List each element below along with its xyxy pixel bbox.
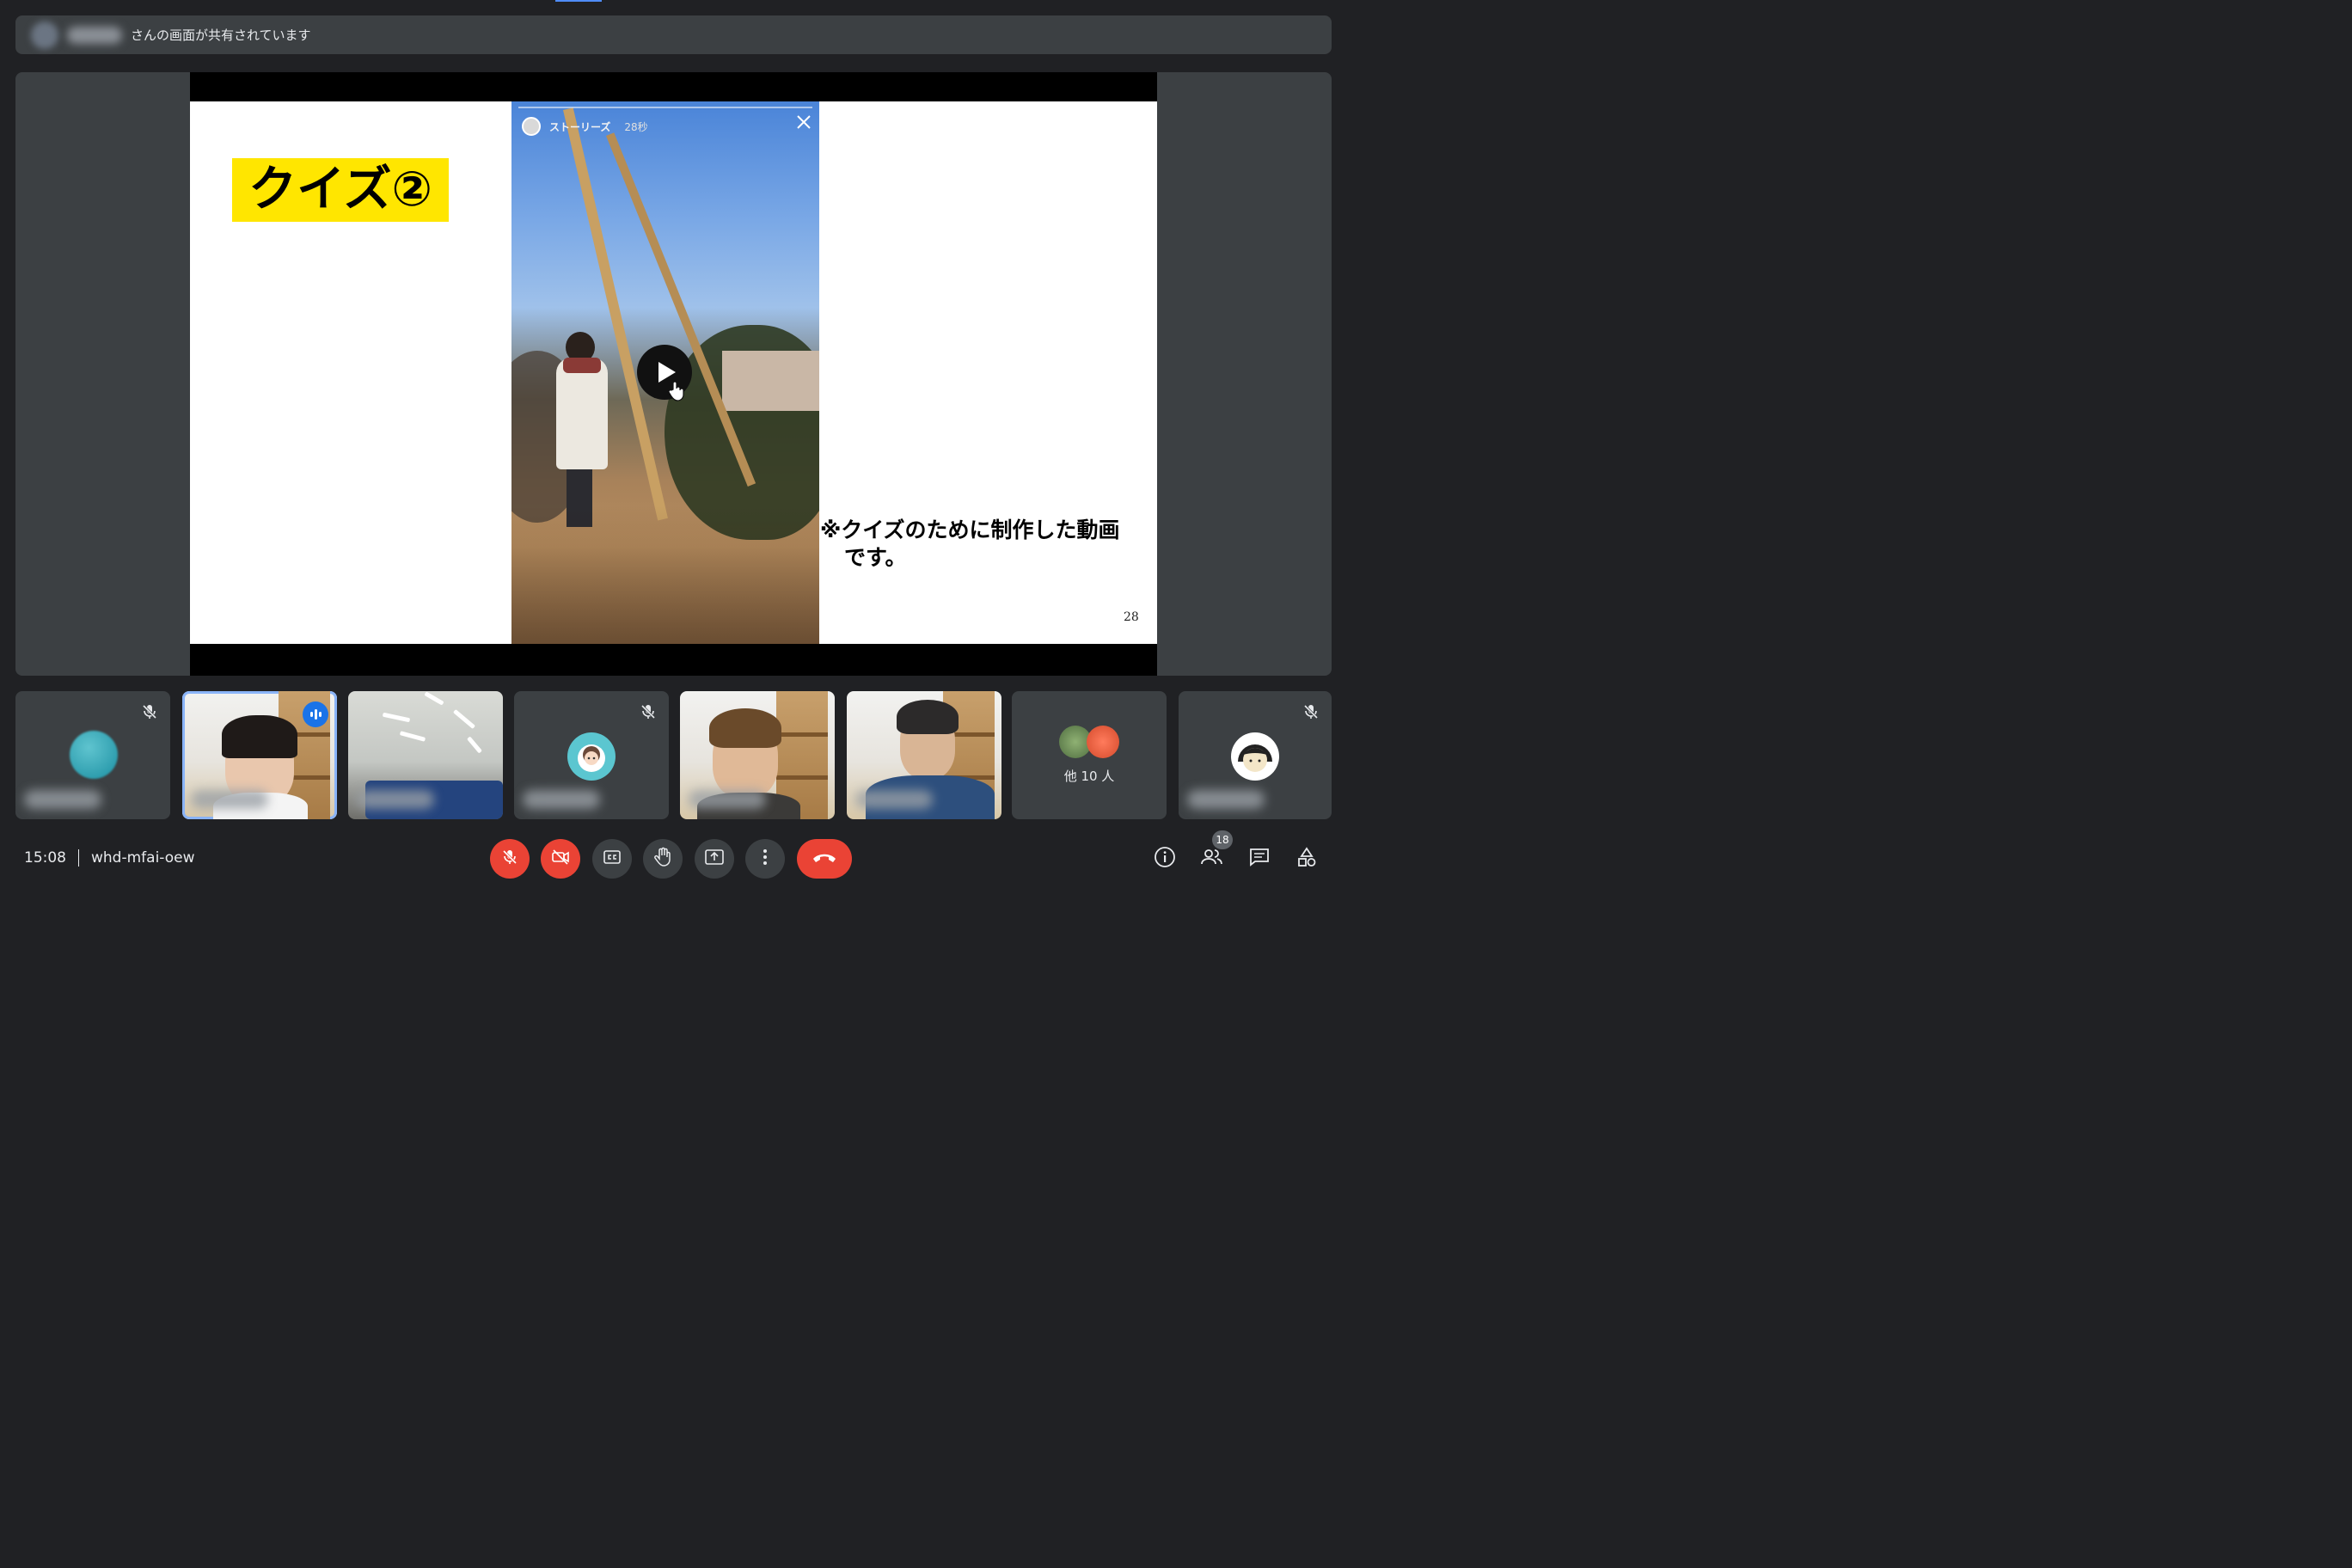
people-icon	[1200, 847, 1224, 871]
presenter-avatar	[31, 21, 58, 49]
captions-button[interactable]	[592, 839, 632, 879]
present-to-all-icon	[704, 848, 725, 870]
meeting-details-button[interactable]	[1153, 847, 1177, 871]
meeting-code: whd-mfai-oew	[91, 849, 195, 867]
call-end-icon	[812, 851, 837, 867]
meeting-time: 15:08	[24, 849, 66, 867]
mic-off-icon	[640, 703, 657, 720]
video-feed-hair	[897, 700, 959, 734]
more-options-button[interactable]	[745, 839, 785, 879]
camera-off-icon	[550, 848, 571, 870]
mic-off-icon	[1302, 703, 1320, 720]
avatar	[70, 731, 118, 779]
video-feed-hair	[709, 708, 781, 748]
shapes-icon	[1295, 846, 1318, 872]
avatar	[1231, 732, 1279, 781]
mic-toggle-button[interactable]	[490, 839, 530, 879]
presenter-name-redacted	[67, 26, 122, 44]
activities-button[interactable]	[1295, 847, 1319, 871]
participant-name-redacted	[24, 790, 101, 809]
participant-tile[interactable]	[15, 691, 170, 819]
other-participants-count: 他 10 人	[1063, 769, 1115, 784]
caption-line: です。	[844, 545, 907, 570]
participant-name-redacted	[523, 790, 600, 809]
story-progress-bar	[518, 107, 812, 108]
story-header: ストーリーズ 28秒	[522, 117, 648, 136]
participants-count-badge: 18	[1212, 830, 1233, 849]
video-person	[556, 358, 608, 469]
video-person	[563, 358, 601, 373]
chat-button[interactable]	[1247, 847, 1271, 871]
meeting-info: 15:08 whd-mfai-oew	[24, 849, 195, 867]
camera-toggle-button[interactable]	[541, 839, 580, 879]
closed-captions-icon	[602, 848, 622, 869]
shared-slide: クイズ② ストーリーズ 28秒 ※クイズのために制作した動画 です。 28	[190, 101, 1157, 644]
more-vert-icon	[763, 848, 768, 869]
other-participants-tile[interactable]: 他 10 人	[1012, 691, 1167, 819]
play-icon	[658, 362, 676, 383]
present-screen-button[interactable]	[695, 839, 734, 879]
raise-hand-icon	[653, 847, 672, 871]
participant-name-redacted	[357, 790, 434, 809]
close-icon[interactable]	[795, 113, 812, 136]
other-participants-avatars	[1059, 726, 1119, 758]
caption-line: ※クイズのために制作した動画	[820, 518, 1120, 542]
mic-off-icon	[500, 848, 519, 870]
participant-name-redacted	[191, 790, 268, 809]
participant-tile[interactable]	[514, 691, 669, 819]
chat-icon	[1248, 847, 1271, 871]
mic-off-icon	[141, 703, 158, 720]
slide-title: クイズ②	[232, 158, 449, 222]
participant-tile[interactable]	[182, 691, 337, 819]
video-building	[722, 351, 819, 411]
story-avatar	[522, 117, 541, 136]
speaking-indicator-icon	[303, 701, 328, 727]
story-time: 28秒	[624, 120, 648, 133]
leave-call-button[interactable]	[797, 839, 852, 879]
raise-hand-button[interactable]	[643, 839, 683, 879]
divider	[78, 849, 79, 867]
presentation-banner-text: さんの画面が共有されています	[131, 28, 311, 43]
video-frame[interactable]: ストーリーズ 28秒	[511, 101, 819, 644]
hand-cursor-icon	[668, 381, 685, 406]
participants-button[interactable]	[1200, 847, 1224, 871]
active-tab-indicator	[555, 0, 602, 2]
presentation-banner: さんの画面が共有されています	[15, 15, 1332, 54]
avatar	[567, 732, 616, 781]
participant-name-redacted	[689, 790, 766, 809]
info-icon	[1154, 846, 1176, 872]
slide-page-number: 28	[1124, 610, 1139, 624]
participant-tile[interactable]	[348, 691, 503, 819]
slide-caption: ※クイズのために制作した動画 です。	[820, 517, 1147, 572]
participant-tile[interactable]	[1179, 691, 1332, 819]
story-label: ストーリーズ	[549, 120, 611, 133]
participant-name-redacted	[855, 790, 933, 809]
participant-tile[interactable]	[680, 691, 835, 819]
participant-tile[interactable]	[847, 691, 1001, 819]
video-feed-hair	[222, 715, 297, 758]
participant-name-redacted	[1187, 790, 1265, 809]
